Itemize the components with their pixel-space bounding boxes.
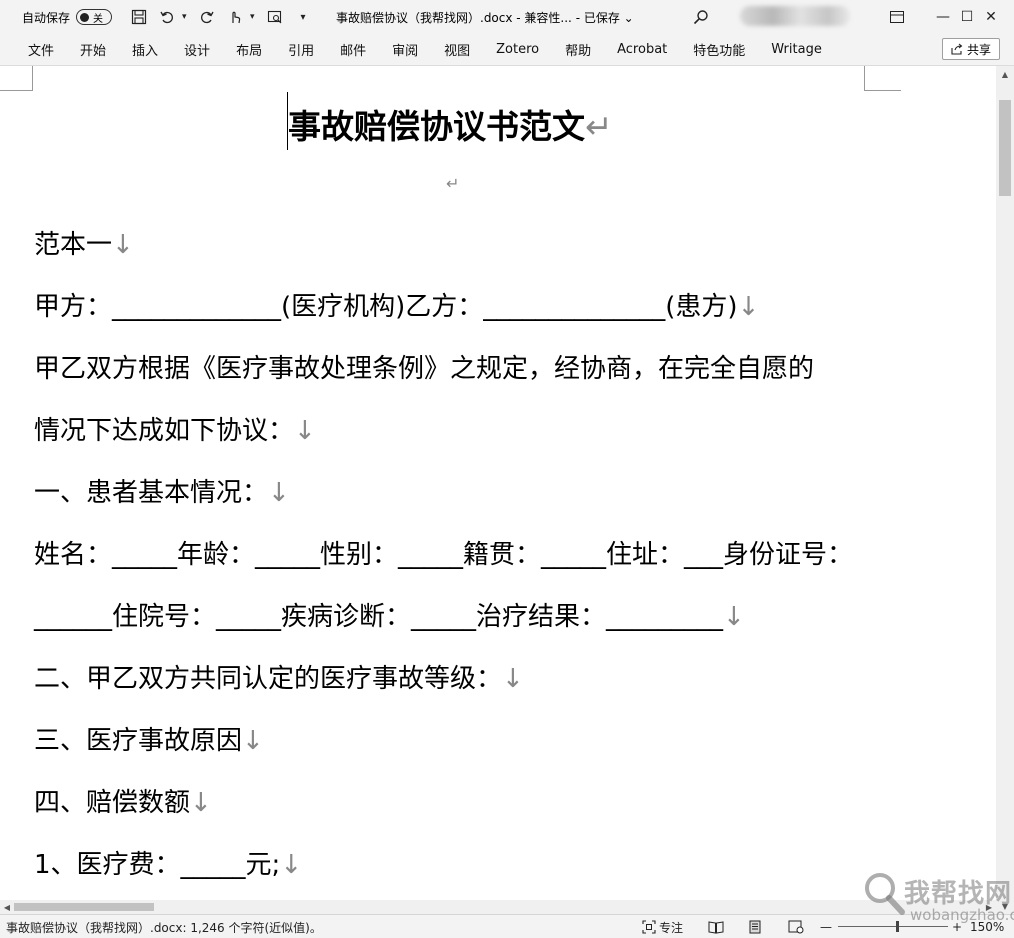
- paragraph-text: 1、医疗费：_____元;: [34, 850, 281, 880]
- toggle-knob: [80, 12, 90, 22]
- user-account-blurred[interactable]: [740, 6, 850, 26]
- watermark-logo-text: 我帮找网: [904, 879, 1013, 909]
- touch-mode-icon[interactable]: [222, 5, 248, 29]
- paragraph-text: ______住院号：_____疾病诊断：_____治疗结果：_________: [34, 602, 724, 632]
- ribbon-tab[interactable]: 插入: [119, 40, 171, 59]
- document-paragraph[interactable]: 甲方：_____________(医疗机构)乙方：______________(…: [34, 294, 759, 320]
- web-layout-icon[interactable]: [788, 918, 804, 936]
- ribbon-tab[interactable]: Writage: [758, 42, 835, 57]
- share-button[interactable]: 共享: [942, 38, 1000, 60]
- touch-dropdown-icon[interactable]: ▾: [250, 12, 260, 22]
- line-break-mark: ↓: [268, 478, 290, 508]
- paragraph-mark: ↵: [585, 107, 613, 146]
- ribbon-tab[interactable]: Acrobat: [604, 42, 680, 57]
- scroll-left-icon[interactable]: ◀: [0, 900, 14, 914]
- line-break-mark: ↓: [737, 292, 760, 322]
- quick-access-toolbar: ▾ ▾ ▾: [126, 5, 316, 29]
- search-icon[interactable]: [690, 6, 712, 28]
- close-button[interactable]: ✕: [968, 0, 1014, 34]
- document-title[interactable]: 事故赔偿协议（我帮找网）.docx - 兼容性... - 已保存 ⌄: [336, 9, 634, 26]
- paragraph-text: 三、医疗事故原因: [34, 726, 243, 756]
- document-paragraph[interactable]: 范本一↓: [34, 232, 134, 258]
- share-icon: [951, 43, 963, 55]
- undo-dropdown-icon[interactable]: ▾: [182, 12, 192, 22]
- document-paragraph[interactable]: 1、医疗费：_____元;↓: [34, 852, 302, 878]
- ribbon-tab[interactable]: 引用: [275, 40, 327, 59]
- document-paragraph[interactable]: 三、医疗事故原因↓: [34, 728, 264, 754]
- paragraph-text: 情况下达成如下协议：: [34, 416, 295, 446]
- scroll-up-icon[interactable]: ▲: [996, 66, 1014, 82]
- autosave-control[interactable]: 自动保存 关: [22, 9, 113, 26]
- ribbon-tab[interactable]: 邮件: [327, 40, 379, 59]
- empty-paragraph-mark: ↵: [446, 174, 460, 193]
- document-canvas[interactable]: 事故赔偿协议书范文↵ ↵ 范本一↓ 甲方：_____________(医疗机构)乙…: [0, 66, 996, 914]
- vertical-scroll-thumb[interactable]: [999, 100, 1011, 196]
- line-break-mark: ↓: [294, 416, 316, 446]
- horizontal-scrollbar[interactable]: ◀ ▶: [0, 900, 996, 914]
- ribbon-tab[interactable]: 帮助: [552, 40, 604, 59]
- status-bar: 事故赔偿协议（我帮找网）.docx: 1,246 个字符(近似值)。 专注 — …: [0, 914, 1014, 938]
- print-preview-icon[interactable]: [262, 5, 288, 29]
- ribbon-tab[interactable]: 审阅: [379, 40, 431, 59]
- focus-label: 专注: [659, 920, 684, 935]
- save-icon[interactable]: [126, 5, 152, 29]
- line-break-mark: ↓: [190, 788, 212, 818]
- ribbon-tab[interactable]: Zotero: [483, 42, 552, 57]
- focus-mode-button[interactable]: 专注: [642, 918, 683, 936]
- document-stats[interactable]: 事故赔偿协议（我帮找网）.docx: 1,246 个字符(近似值)。: [6, 919, 322, 936]
- autosave-label: 自动保存: [22, 10, 71, 25]
- paragraph-text: 二、甲乙双方共同认定的医疗事故等级：: [34, 664, 503, 694]
- ribbon-tab[interactable]: 文件: [15, 40, 67, 59]
- ribbon-tab[interactable]: 开始: [67, 40, 119, 59]
- heading-text: 事故赔偿协议书范文: [288, 107, 585, 146]
- document-paragraph[interactable]: 四、赔偿数额↓: [34, 790, 212, 816]
- zoom-slider-track[interactable]: [838, 926, 948, 927]
- ribbon-tab[interactable]: 特色功能: [680, 40, 758, 59]
- document-paragraph[interactable]: 情况下达成如下协议：↓: [34, 418, 316, 444]
- document-heading[interactable]: 事故赔偿协议书范文↵: [288, 100, 613, 148]
- crop-mark-top-left: [0, 66, 33, 91]
- paragraph-text: 一、患者基本情况：: [34, 478, 269, 508]
- ribbon-tab[interactable]: 视图: [431, 40, 483, 59]
- zoom-out-button[interactable]: —: [820, 918, 832, 936]
- ribbon-tabs: 文件 开始 插入 设计 布局 引用 邮件 审阅 视图 Zotero 帮助 Acrobat 特色功能 Wri…: [15, 40, 835, 59]
- line-break-mark: ↓: [242, 726, 264, 756]
- line-break-mark: ↓: [502, 664, 524, 694]
- horizontal-scroll-thumb[interactable]: [14, 903, 154, 911]
- ribbon-tab[interactable]: 设计: [171, 40, 223, 59]
- ribbon-tab-bar: 文件 开始 插入 设计 布局 引用 邮件 审阅 视图 Zotero 帮助 Acrobat 特色功能 Wri…: [0, 34, 1014, 66]
- vertical-scrollbar[interactable]: ▲ ▼: [996, 66, 1014, 914]
- title-bar: 自动保存 关 ▾ ▾ ▾ 事故赔偿协议（我帮找网）.docx - 兼容性... …: [0, 0, 1014, 34]
- line-break-mark: ↓: [723, 602, 745, 632]
- paragraph-text: 姓名：_____年龄：_____性别：_____籍贯：_____住址：___身份…: [34, 540, 854, 570]
- focus-icon: [642, 920, 656, 934]
- share-label: 共享: [966, 42, 991, 57]
- ribbon-tab[interactable]: 布局: [223, 40, 275, 59]
- line-break-mark: ↓: [112, 230, 134, 260]
- read-mode-icon[interactable]: [708, 918, 724, 936]
- watermark-url: wobangzhao.com: [910, 906, 1014, 924]
- undo-icon[interactable]: [154, 5, 180, 29]
- print-layout-icon[interactable]: [748, 918, 762, 936]
- line-break-mark: ↓: [280, 850, 303, 880]
- paragraph-text: 四、赔偿数额: [34, 788, 191, 818]
- zoom-slider-knob[interactable]: [896, 921, 899, 932]
- crop-mark-top-right: [864, 66, 901, 91]
- document-paragraph[interactable]: 一、患者基本情况：↓: [34, 480, 290, 506]
- paragraph-text: 甲乙双方根据《医疗事故处理条例》之规定，经协商，在完全自愿的: [34, 354, 815, 384]
- redo-icon[interactable]: [194, 5, 220, 29]
- autosave-state: 关: [93, 13, 104, 25]
- document-paragraph[interactable]: 甲乙双方根据《医疗事故处理条例》之规定，经协商，在完全自愿的: [34, 356, 814, 382]
- paragraph-text: 甲方：_____________(医疗机构)乙方：______________(…: [34, 292, 738, 322]
- document-paragraph[interactable]: 二、甲乙双方共同认定的医疗事故等级：↓: [34, 666, 524, 692]
- document-paragraph[interactable]: 姓名：_____年龄：_____性别：_____籍贯：_____住址：___身份…: [34, 542, 853, 568]
- paragraph-text: 范本一: [34, 230, 113, 260]
- autosave-toggle[interactable]: 关: [76, 9, 113, 25]
- customize-toolbar-icon[interactable]: ▾: [290, 5, 316, 29]
- document-paragraph[interactable]: ______住院号：_____疾病诊断：_____治疗结果：_________↓: [34, 604, 745, 630]
